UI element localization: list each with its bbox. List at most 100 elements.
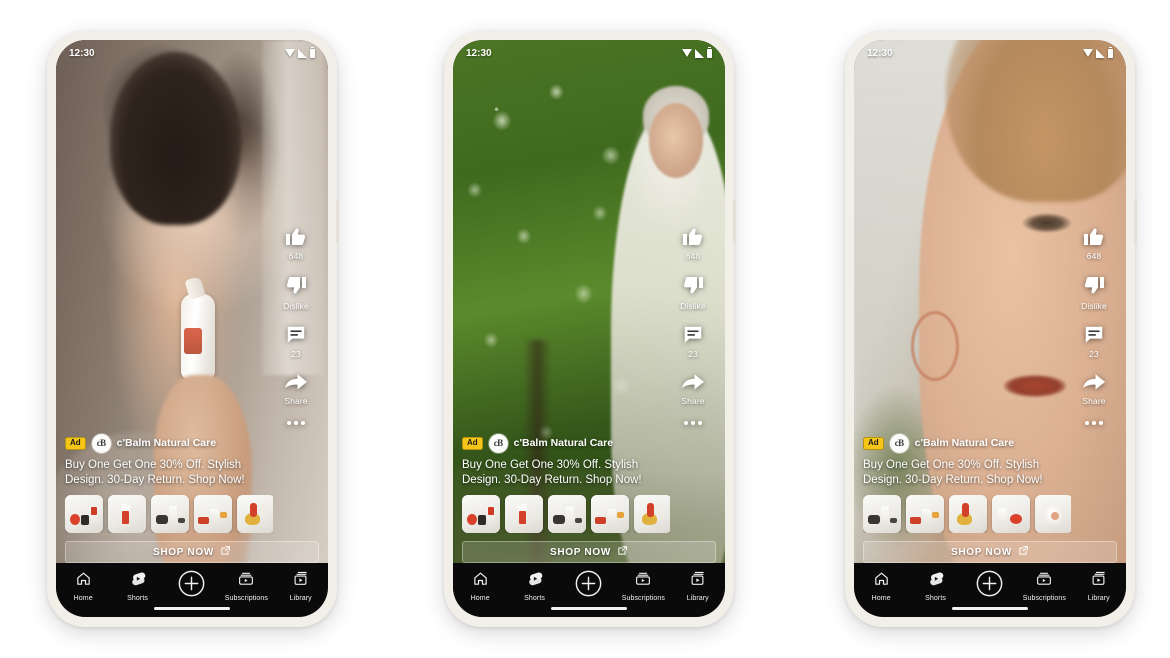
- library-icon: [1090, 570, 1107, 592]
- more-button[interactable]: [287, 419, 305, 425]
- phone-1: 12:30 648 Dislike 23 Share Ad cB c'Balm …: [47, 31, 339, 627]
- ad-overlay: Ad cB c'Balm Natural Care Buy One Get On…: [56, 433, 328, 563]
- product-thumbnail[interactable]: [992, 495, 1030, 533]
- product-thumbnail[interactable]: [949, 495, 987, 533]
- comment-button[interactable]: 23: [682, 324, 704, 359]
- shop-now-button[interactable]: SHOP NOW: [65, 541, 319, 563]
- more-button[interactable]: [684, 419, 702, 425]
- ad-header: Ad cB c'Balm Natural Care: [65, 433, 319, 453]
- product-carousel[interactable]: [863, 495, 1071, 533]
- product-thumbnail[interactable]: [863, 495, 901, 533]
- nav-item-shorts[interactable]: Shorts: [909, 570, 963, 602]
- brand-name[interactable]: c'Balm Natural Care: [915, 437, 1014, 449]
- product-thumbnail[interactable]: [1035, 495, 1071, 533]
- signal-icon: [695, 48, 704, 58]
- nav-item-home[interactable]: Home: [56, 570, 110, 602]
- comment-icon: [1083, 324, 1105, 346]
- share-button[interactable]: Share: [1082, 372, 1106, 406]
- nav-item-library[interactable]: Library: [671, 570, 725, 602]
- signal-icon: [1096, 48, 1105, 58]
- phone-3: 12:30 648 Dislike 23 Share Ad cB c'Balm …: [845, 31, 1137, 627]
- nav-label: Subscriptions: [1022, 595, 1067, 602]
- share-icon: [681, 372, 705, 393]
- dislike-button[interactable]: Dislike: [680, 274, 706, 311]
- product-thumbnail[interactable]: [462, 495, 500, 533]
- nav-item-shorts[interactable]: Shorts: [508, 570, 562, 602]
- nav-item-create-plus[interactable]: [165, 570, 219, 602]
- more-options-icon: [287, 421, 305, 425]
- nav-label: Shorts: [524, 595, 545, 602]
- comment-button-label: 23: [688, 349, 698, 359]
- share-button[interactable]: Share: [284, 372, 308, 406]
- home-icon: [75, 570, 92, 592]
- more-button[interactable]: [1085, 419, 1103, 425]
- signal-icon: [298, 48, 307, 58]
- brand-logo-icon[interactable]: cB: [889, 433, 909, 453]
- comment-button-label: 23: [291, 349, 301, 359]
- brand-name[interactable]: c'Balm Natural Care: [117, 437, 216, 449]
- like-button[interactable]: 648: [284, 224, 308, 261]
- phone-screen: 12:30 648 Dislike 23 Share Ad cB c'Balm …: [854, 40, 1126, 617]
- nav-item-home[interactable]: Home: [453, 570, 507, 602]
- brand-logo-icon[interactable]: cB: [91, 433, 111, 453]
- action-rail: 648 Dislike 23 Share: [1068, 224, 1120, 425]
- thumbs-up-icon: [1082, 224, 1106, 248]
- share-icon: [1082, 372, 1106, 393]
- shop-now-button[interactable]: SHOP NOW: [462, 541, 716, 563]
- nav-item-subscriptions[interactable]: Subscriptions: [616, 570, 670, 602]
- product-thumbnail[interactable]: [237, 495, 273, 533]
- screenshot-canvas: 12:30 648 Dislike 23 Share Ad cB c'Balm …: [0, 0, 1170, 658]
- status-bar: 12:30: [56, 40, 328, 66]
- like-button-label: 648: [288, 251, 304, 261]
- nav-label: Shorts: [127, 595, 148, 602]
- brand-logo-icon[interactable]: cB: [488, 433, 508, 453]
- comment-button[interactable]: 23: [1083, 324, 1105, 359]
- like-button[interactable]: 648: [1082, 224, 1106, 261]
- dislike-button[interactable]: Dislike: [283, 274, 309, 311]
- product-thumbnail[interactable]: [548, 495, 586, 533]
- nav-item-subscriptions[interactable]: Subscriptions: [1017, 570, 1071, 602]
- brand-name[interactable]: c'Balm Natural Care: [514, 437, 613, 449]
- battery-icon: [1108, 46, 1113, 58]
- nav-label: Subscriptions: [224, 595, 269, 602]
- product-carousel[interactable]: [462, 495, 670, 533]
- external-link-icon: [1018, 545, 1029, 559]
- share-button[interactable]: Share: [681, 372, 705, 406]
- status-time: 12:30: [867, 47, 893, 59]
- product-thumbnail[interactable]: [906, 495, 944, 533]
- nav-item-shorts[interactable]: Shorts: [111, 570, 165, 602]
- ad-description: Buy One Get One 30% Off. Stylish Design.…: [863, 458, 1043, 486]
- shorts-icon: [928, 570, 944, 592]
- product-thumbnail[interactable]: [591, 495, 629, 533]
- comment-button[interactable]: 23: [285, 324, 307, 359]
- product-thumbnail[interactable]: [194, 495, 232, 533]
- status-time: 12:30: [69, 47, 95, 59]
- nav-item-create-plus[interactable]: [562, 570, 616, 602]
- nav-item-library[interactable]: Library: [1072, 570, 1126, 602]
- nav-item-create-plus[interactable]: [963, 570, 1017, 602]
- phone-screen: 12:30 648 Dislike 23 Share Ad cB c'Balm …: [56, 40, 328, 617]
- product-thumbnail[interactable]: [151, 495, 189, 533]
- shop-now-button[interactable]: SHOP NOW: [863, 541, 1117, 563]
- nav-label: Home: [73, 595, 93, 602]
- dislike-button[interactable]: Dislike: [1081, 274, 1107, 311]
- ad-overlay: Ad cB c'Balm Natural Care Buy One Get On…: [453, 433, 725, 563]
- wifi-icon: [285, 49, 295, 57]
- like-button[interactable]: 648: [681, 224, 705, 261]
- like-button-label: 648: [1086, 251, 1102, 261]
- product-thumbnail[interactable]: [108, 495, 146, 533]
- nav-label: Subscriptions: [621, 595, 666, 602]
- product-thumbnail[interactable]: [65, 495, 103, 533]
- nav-label: Library: [289, 595, 312, 602]
- product-thumbnail[interactable]: [634, 495, 670, 533]
- shop-now-label: SHOP NOW: [951, 546, 1012, 558]
- product-thumbnail[interactable]: [505, 495, 543, 533]
- ad-badge: Ad: [462, 436, 483, 450]
- phone-screen: 12:30 648 Dislike 23 Share Ad cB c'Balm …: [453, 40, 725, 617]
- nav-item-home[interactable]: Home: [854, 570, 908, 602]
- nav-item-library[interactable]: Library: [274, 570, 328, 602]
- product-carousel[interactable]: [65, 495, 273, 533]
- nav-label: Shorts: [925, 595, 946, 602]
- status-bar: 12:30: [453, 40, 725, 66]
- nav-item-subscriptions[interactable]: Subscriptions: [219, 570, 273, 602]
